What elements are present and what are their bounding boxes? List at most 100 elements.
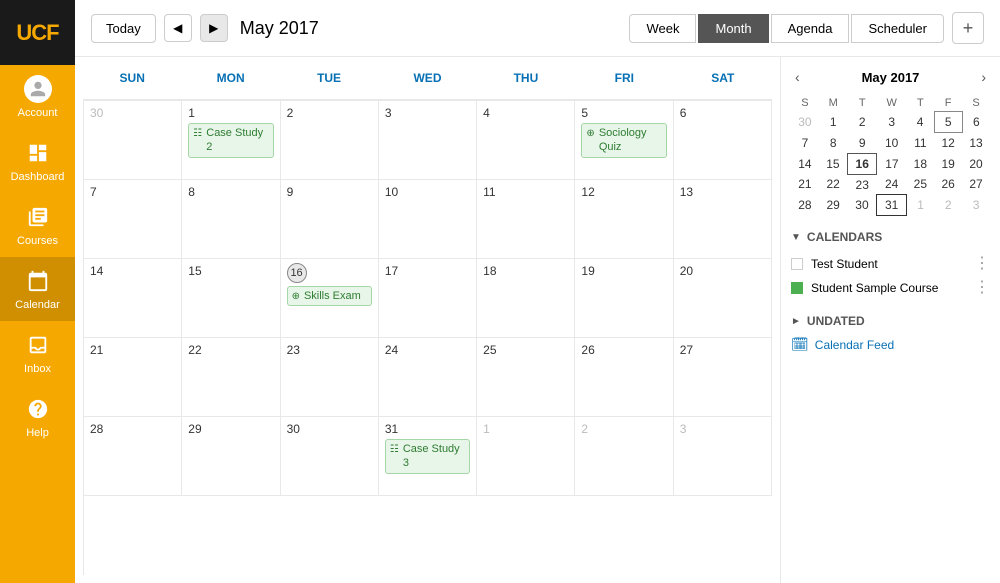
list-item[interactable]: 28	[791, 195, 819, 216]
table-row[interactable]: 7	[84, 180, 182, 259]
list-item[interactable]: 7	[791, 133, 819, 154]
list-item[interactable]: 22	[819, 174, 848, 195]
table-row[interactable]: 21	[84, 338, 182, 417]
list-item[interactable]: 27	[962, 174, 990, 195]
sample-course-options-button[interactable]: ⋮	[974, 280, 990, 296]
table-row[interactable]: 3	[674, 417, 772, 496]
table-row[interactable]: 9	[281, 180, 379, 259]
mini-prev-month-button[interactable]: ‹	[791, 67, 804, 87]
table-row[interactable]: 17	[379, 259, 477, 338]
table-row[interactable]: 25	[477, 338, 575, 417]
list-item[interactable]: 4	[906, 112, 934, 133]
list-item[interactable]: 9	[848, 133, 877, 154]
list-item[interactable]: 16	[848, 153, 877, 174]
undated-section-header[interactable]: ► UNDATED	[791, 314, 990, 328]
list-item[interactable]: 8	[819, 133, 848, 154]
list-item[interactable]: 29	[819, 195, 848, 216]
list-item[interactable]: 20	[962, 153, 990, 174]
list-item[interactable]: 2	[934, 195, 962, 216]
tab-week[interactable]: Week	[629, 14, 696, 43]
table-row[interactable]: 26	[575, 338, 673, 417]
table-row[interactable]: 30	[281, 417, 379, 496]
event-skills-exam[interactable]: ⊕ Skills Exam	[287, 286, 372, 306]
list-item[interactable]: 14	[791, 153, 819, 174]
sidebar-item-account[interactable]: Account	[0, 65, 75, 129]
sidebar-item-calendar[interactable]: Calendar	[0, 257, 75, 321]
list-item[interactable]: 3	[877, 112, 906, 133]
table-row[interactable]: 16 ⊕ Skills Exam	[281, 259, 379, 338]
table-row[interactable]: 23	[281, 338, 379, 417]
table-row[interactable]: 22	[182, 338, 280, 417]
event-case-study-3[interactable]: ☷ Case Study 3	[385, 439, 470, 474]
list-item[interactable]: 23	[848, 174, 877, 195]
list-item[interactable]: 1	[819, 112, 848, 133]
list-item[interactable]: 11	[906, 133, 934, 154]
tab-agenda[interactable]: Agenda	[771, 14, 850, 43]
calendar-feed-link[interactable]: 🗓 Calendar Feed	[791, 336, 990, 353]
table-row[interactable]: 18	[477, 259, 575, 338]
event-case-study-2[interactable]: ☷ Case Study 2	[188, 123, 273, 158]
table-row[interactable]: 13	[674, 180, 772, 259]
list-item[interactable]: 19	[934, 153, 962, 174]
add-event-button[interactable]: +	[952, 12, 984, 44]
sidebar-item-dashboard[interactable]: Dashboard	[0, 129, 75, 193]
table-row[interactable]: 1	[477, 417, 575, 496]
table-row[interactable]: 24	[379, 338, 477, 417]
list-item[interactable]: 3	[962, 195, 990, 216]
list-item[interactable]: 10	[877, 133, 906, 154]
table-row[interactable]: 4	[477, 101, 575, 180]
tab-month[interactable]: Month	[698, 14, 768, 43]
today-button[interactable]: Today	[91, 14, 156, 43]
event-sociology-quiz[interactable]: ⊕ Sociology Quiz	[581, 123, 666, 158]
table-row[interactable]: 30	[84, 101, 182, 180]
list-item[interactable]: 13	[962, 133, 990, 154]
table-row[interactable]: 12	[575, 180, 673, 259]
table-row[interactable]: 6	[674, 101, 772, 180]
list-item[interactable]: 31	[877, 195, 906, 216]
list-item[interactable]: 26	[934, 174, 962, 195]
list-item[interactable]: 25	[906, 174, 934, 195]
test-student-options-button[interactable]: ⋮	[974, 256, 990, 272]
table-row[interactable]: 5 ⊕ Sociology Quiz	[575, 101, 673, 180]
table-row[interactable]: 14	[84, 259, 182, 338]
list-item[interactable]: 12	[934, 133, 962, 154]
table-row[interactable]: 8	[182, 180, 280, 259]
table-row[interactable]: 20	[674, 259, 772, 338]
list-item[interactable]: 5	[934, 112, 962, 133]
list-item[interactable]: 30	[791, 112, 819, 133]
table-row[interactable]: 11	[477, 180, 575, 259]
list-item[interactable]: 6	[962, 112, 990, 133]
calendars-section-header[interactable]: ▼ CALENDARS	[791, 230, 990, 244]
table-row[interactable]: 27	[674, 338, 772, 417]
table-row[interactable]: 15	[182, 259, 280, 338]
list-item[interactable]: 2	[848, 112, 877, 133]
table-row[interactable]: 31 ☷ Case Study 3	[379, 417, 477, 496]
list-item[interactable]: 17	[877, 153, 906, 174]
list-item[interactable]: 24	[877, 174, 906, 195]
next-month-button[interactable]: ▶	[200, 14, 228, 42]
sidebar-item-courses[interactable]: Courses	[0, 193, 75, 257]
table-row[interactable]: 2	[575, 417, 673, 496]
mini-header-f: F	[934, 95, 962, 112]
list-item[interactable]: 18	[906, 153, 934, 174]
table-row[interactable]: 3	[379, 101, 477, 180]
table-row[interactable]: 2	[281, 101, 379, 180]
table-row[interactable]: 28	[84, 417, 182, 496]
logo-text: UCF	[16, 20, 58, 46]
tab-scheduler[interactable]: Scheduler	[851, 14, 944, 43]
mini-header-s1: S	[791, 95, 819, 112]
table-row[interactable]: 1 ☷ Case Study 2	[182, 101, 280, 180]
table-row[interactable]: 29	[182, 417, 280, 496]
table-row[interactable]: 19	[575, 259, 673, 338]
list-item[interactable]: 1	[906, 195, 934, 216]
sidebar-item-help[interactable]: Help	[0, 385, 75, 449]
table-row[interactable]: 10	[379, 180, 477, 259]
list-item[interactable]: 30	[848, 195, 877, 216]
calendar-icon	[24, 267, 52, 295]
list-item[interactable]: 15	[819, 153, 848, 174]
mini-next-month-button[interactable]: ›	[977, 67, 990, 87]
mini-calendar-title: May 2017	[862, 70, 920, 85]
list-item[interactable]: 21	[791, 174, 819, 195]
prev-month-button[interactable]: ◀	[164, 14, 192, 42]
sidebar-item-inbox[interactable]: Inbox	[0, 321, 75, 385]
